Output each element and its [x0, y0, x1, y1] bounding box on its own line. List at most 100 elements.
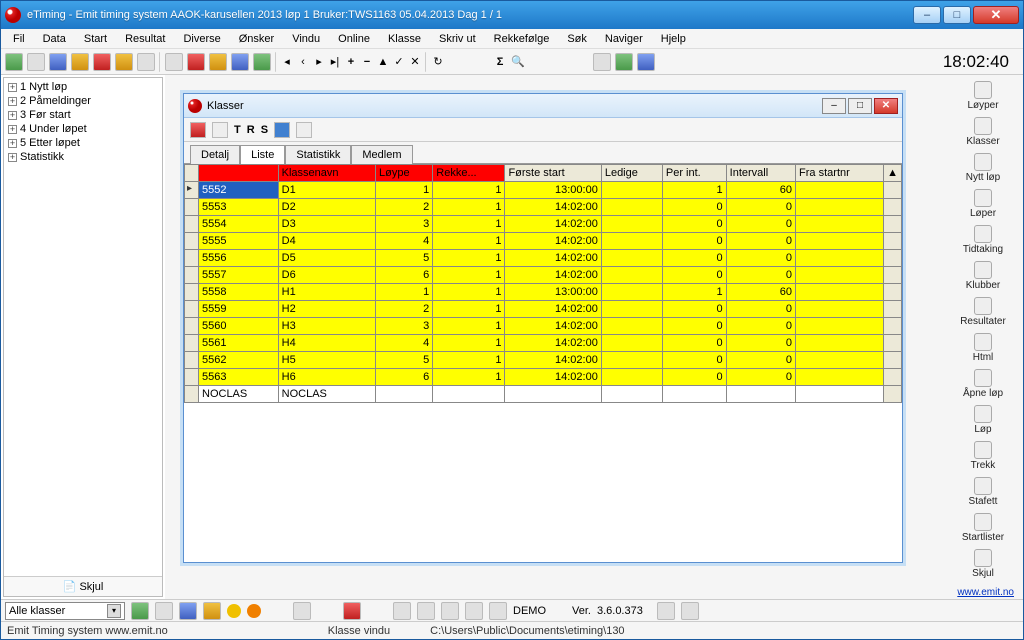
class-dropdown[interactable]: Alle klasser ▾	[5, 602, 125, 620]
menu-diverse[interactable]: Diverse	[177, 31, 226, 47]
bottom-button[interactable]	[465, 602, 483, 620]
cell[interactable]: 1	[433, 250, 505, 267]
moon-icon[interactable]	[227, 604, 241, 618]
right-hide-button[interactable]: Skjul	[946, 549, 1020, 579]
cell[interactable]: 0	[662, 216, 726, 233]
cell[interactable]: D1	[278, 182, 375, 199]
cell[interactable]: 0	[726, 301, 795, 318]
shortcut-løper[interactable]: Løper	[946, 189, 1020, 219]
cell[interactable]: 13:00:00	[505, 284, 601, 301]
cell[interactable]	[601, 267, 662, 284]
row-indicator[interactable]	[185, 216, 199, 233]
cell[interactable]: 1	[433, 335, 505, 352]
cell[interactable]: 6	[376, 369, 433, 386]
cell[interactable]	[376, 386, 433, 403]
cell[interactable]: 1	[433, 216, 505, 233]
shortcut-html[interactable]: Html	[946, 333, 1020, 363]
menu-fil[interactable]: Fil	[7, 31, 31, 47]
tree-item[interactable]: +1 Nytt løp	[6, 80, 160, 94]
cell[interactable]: H3	[278, 318, 375, 335]
cell[interactable]: 5558	[199, 284, 279, 301]
scroll-up-icon[interactable]: ▲	[884, 165, 902, 182]
cell[interactable]: 6	[376, 267, 433, 284]
shortcut-løp[interactable]: Løp	[946, 405, 1020, 435]
cell[interactable]: 13:00:00	[505, 182, 601, 199]
bottom-button[interactable]	[681, 602, 699, 620]
cell[interactable]	[601, 369, 662, 386]
expand-icon[interactable]: +	[8, 111, 17, 120]
cell[interactable]	[726, 386, 795, 403]
cell[interactable]: 4	[376, 233, 433, 250]
cell[interactable]: 0	[726, 369, 795, 386]
search-icon[interactable]: 🔍	[511, 55, 525, 68]
cell[interactable]: 5556	[199, 250, 279, 267]
cell[interactable]: D2	[278, 199, 375, 216]
tree-item[interactable]: +3 Før start	[6, 108, 160, 122]
menu-skriv ut[interactable]: Skriv ut	[433, 31, 482, 47]
cell[interactable]: 0	[662, 233, 726, 250]
cell[interactable]: 2	[376, 199, 433, 216]
cell[interactable]: 14:02:00	[505, 216, 601, 233]
cell[interactable]: 5554	[199, 216, 279, 233]
menu-klasse[interactable]: Klasse	[382, 31, 427, 47]
print-icon[interactable]	[212, 122, 228, 138]
cell[interactable]	[601, 250, 662, 267]
cell[interactable]	[601, 301, 662, 318]
row-indicator[interactable]	[185, 182, 199, 199]
row-indicator[interactable]	[185, 233, 199, 250]
cell[interactable]: 1	[433, 233, 505, 250]
check-icon[interactable]: ✓	[393, 55, 405, 68]
cell[interactable]: 5561	[199, 335, 279, 352]
child-tool-icon[interactable]	[190, 122, 206, 138]
menu-ønsker[interactable]: Ønsker	[233, 31, 280, 47]
cell[interactable]: 0	[662, 352, 726, 369]
bottom-button[interactable]	[343, 602, 361, 620]
tab-statistikk[interactable]: Statistikk	[285, 145, 351, 164]
cell[interactable]: 0	[662, 301, 726, 318]
maximize-button[interactable]: □	[943, 6, 971, 24]
emit-link[interactable]: www.emit.no	[957, 587, 1014, 598]
minimize-button[interactable]: –	[913, 6, 941, 24]
cell[interactable]: 0	[662, 250, 726, 267]
bottom-button[interactable]	[155, 602, 173, 620]
shortcut-stafett[interactable]: Stafett	[946, 477, 1020, 507]
cell[interactable]: 1	[433, 284, 505, 301]
cell[interactable]: 14:02:00	[505, 267, 601, 284]
cell[interactable]: 5553	[199, 199, 279, 216]
cell[interactable]	[796, 369, 884, 386]
cell[interactable]: 0	[726, 335, 795, 352]
cell[interactable]: H2	[278, 301, 375, 318]
cell[interactable]: D6	[278, 267, 375, 284]
child-close-button[interactable]: ✕	[874, 98, 898, 114]
cell[interactable]	[601, 386, 662, 403]
plus-icon[interactable]: +	[345, 56, 357, 68]
cell[interactable]	[601, 352, 662, 369]
cell[interactable]: 0	[726, 233, 795, 250]
cell[interactable]: 0	[662, 318, 726, 335]
col-header[interactable]	[199, 165, 279, 182]
row-indicator[interactable]	[185, 386, 199, 403]
cell[interactable]	[796, 352, 884, 369]
cell[interactable]: D4	[278, 233, 375, 250]
cell[interactable]: 5	[376, 352, 433, 369]
cell[interactable]: 1	[433, 182, 505, 199]
shortcut-løyper[interactable]: Løyper	[946, 81, 1020, 111]
stopwatch-icon[interactable]	[165, 53, 183, 71]
menu-naviger[interactable]: Naviger	[599, 31, 649, 47]
cell[interactable]: NOCLAS	[278, 386, 375, 403]
cell[interactable]	[601, 216, 662, 233]
menu-vindu[interactable]: Vindu	[286, 31, 326, 47]
cell[interactable]: 0	[662, 199, 726, 216]
cell[interactable]: 5562	[199, 352, 279, 369]
cell[interactable]: 0	[726, 199, 795, 216]
cell[interactable]: 0	[662, 335, 726, 352]
cell[interactable]: 14:02:00	[505, 199, 601, 216]
klasser-grid[interactable]: KlassenavnLøypeRekke...Første startLedig…	[184, 164, 902, 403]
shortcut-klubber[interactable]: Klubber	[946, 261, 1020, 291]
cancel-icon[interactable]: ✕	[409, 55, 421, 68]
col-header[interactable]: Per int.	[662, 165, 726, 182]
grid-icon[interactable]	[274, 122, 290, 138]
toolbar-button[interactable]	[615, 53, 633, 71]
menu-hjelp[interactable]: Hjelp	[655, 31, 692, 47]
bottom-button[interactable]	[441, 602, 459, 620]
